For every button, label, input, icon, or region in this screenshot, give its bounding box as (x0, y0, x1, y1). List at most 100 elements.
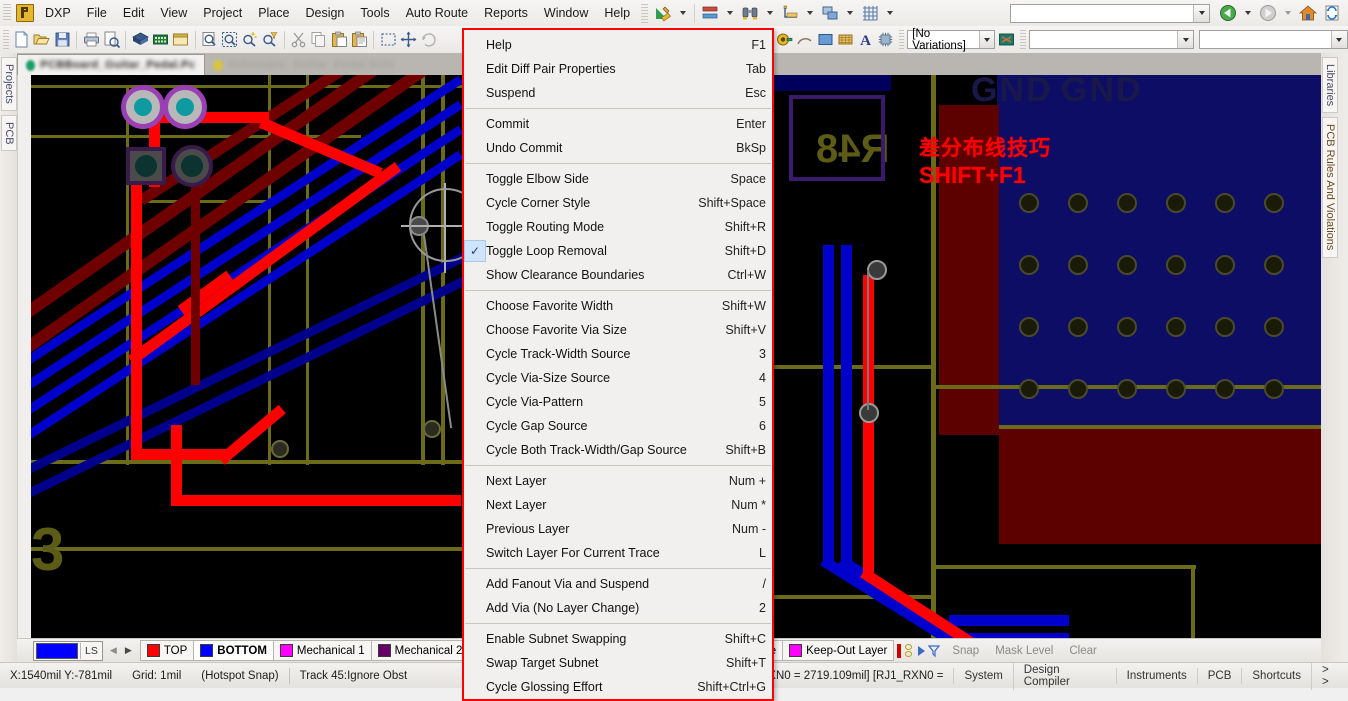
variations-combo[interactable]: [No Variations] (907, 30, 995, 49)
search-input[interactable] (1011, 6, 1193, 20)
panel-overflow-button[interactable]: > > (1311, 662, 1348, 690)
menu-item[interactable]: Next LayerNum + (464, 469, 772, 493)
menu-item[interactable]: Cycle Track-Width Source3 (464, 342, 772, 366)
document-tab-pcb[interactable]: PCBBoard_Guitar_Pedal.PcbDoc (17, 54, 205, 75)
menu-item[interactable]: Cycle Corner StyleShift+Space (464, 191, 772, 215)
menu-item[interactable]: Choose Favorite WidthShift+W (464, 294, 772, 318)
net-combo-arrow-icon[interactable] (1331, 31, 1347, 48)
rule-combo[interactable] (1029, 30, 1194, 49)
save-icon[interactable] (53, 29, 71, 50)
toolbar-grip-3[interactable] (899, 30, 905, 49)
menu-item[interactable]: Cycle Gap Source6 (464, 414, 772, 438)
menu-window[interactable]: Window (536, 3, 596, 23)
board-3d-icon[interactable] (131, 29, 149, 50)
dimension-dropdown-caret-icon[interactable] (807, 11, 813, 15)
menu-place[interactable]: Place (250, 3, 297, 23)
menu-item[interactable]: Add Via (No Layer Change)2 (464, 596, 772, 620)
menu-reports[interactable]: Reports (476, 3, 536, 23)
menu-item[interactable]: ✓Toggle Loop RemovalShift+D (464, 239, 772, 263)
place-fill-icon[interactable] (816, 29, 834, 50)
panel-button-shortcuts[interactable]: Shortcuts (1241, 668, 1311, 684)
panel-button-instruments[interactable]: Instruments (1116, 668, 1197, 684)
interactive-routing-shortcut-menu[interactable]: HelpF1Edit Diff Pair PropertiesTabSuspen… (462, 28, 774, 701)
layer-tab-top[interactable]: TOP (140, 640, 194, 661)
layer-filter-icon[interactable] (928, 645, 940, 657)
snap-button[interactable]: Snap (944, 645, 987, 657)
menu-item[interactable]: Toggle Routing ModeShift+R (464, 215, 772, 239)
search-combo-arrow-icon[interactable] (1193, 5, 1209, 22)
menu-item[interactable]: Show Clearance BoundariesCtrl+W (464, 263, 772, 287)
pcb-document-icon[interactable] (151, 29, 169, 50)
back-dropdown-caret-icon[interactable] (1245, 11, 1251, 15)
menu-design[interactable]: Design (297, 3, 352, 23)
find-binoculars-icon[interactable] (739, 3, 761, 24)
forward-dropdown-caret-icon[interactable] (1285, 11, 1291, 15)
menu-item[interactable]: Undo CommitBkSp (464, 136, 772, 160)
new-document-icon[interactable] (13, 29, 31, 50)
rule-combo-arrow-icon[interactable] (1177, 31, 1193, 48)
variant-board-icon[interactable] (998, 29, 1016, 50)
menu-tools[interactable]: Tools (352, 3, 397, 23)
print-preview-icon[interactable] (102, 29, 120, 50)
open-folder-icon[interactable] (33, 29, 51, 50)
menubar-icons-grip[interactable] (641, 4, 648, 23)
search-combo[interactable] (1010, 4, 1210, 23)
refresh-doc-icon[interactable] (1321, 3, 1343, 24)
align-icon[interactable] (699, 3, 721, 24)
layer-tab-bottom[interactable]: BOTTOM (193, 640, 274, 661)
grid-dropdown-caret-icon[interactable] (887, 11, 893, 15)
layer-tab-mechanical-1[interactable]: Mechanical 1 (273, 640, 372, 661)
menu-dxp[interactable]: DXP (37, 3, 79, 23)
forward-arrow-icon[interactable] (1257, 3, 1279, 24)
menu-item[interactable]: Edit Diff Pair PropertiesTab (464, 57, 772, 81)
layer-next-button[interactable]: ▶ (121, 642, 136, 660)
home-icon[interactable] (1297, 3, 1319, 24)
document-tab-sch[interactable]: Schematic_Guitar_Pedal.SchDoc (205, 55, 401, 75)
menu-file[interactable]: File (79, 3, 115, 23)
layers-dropdown-caret-icon[interactable] (847, 11, 853, 15)
net-combo[interactable] (1199, 30, 1348, 49)
sidebar-item-libraries[interactable]: Libraries (1322, 57, 1338, 113)
sidebar-item-pcb-rules-and-violations[interactable]: PCB Rules And Violations (1322, 117, 1338, 257)
sidebar-item-pcb[interactable]: PCB (1, 115, 17, 152)
layer-play-icon[interactable] (918, 646, 925, 656)
place-string-icon[interactable]: A (856, 29, 874, 50)
ruler-dropdown-caret-icon[interactable] (680, 11, 686, 15)
binoculars-dropdown-caret-icon[interactable] (767, 11, 773, 15)
place-via-icon[interactable] (776, 29, 794, 50)
place-arc-icon[interactable] (796, 29, 814, 50)
move-icon[interactable] (399, 29, 417, 50)
zoom-area-icon[interactable] (221, 29, 239, 50)
menu-item[interactable]: Previous LayerNum - (464, 517, 772, 541)
layer-prev-button[interactable]: ◀ (106, 642, 121, 660)
zoom-filter-icon[interactable] (261, 29, 279, 50)
menu-auto-route[interactable]: Auto Route (398, 3, 477, 23)
layers-stack-icon[interactable] (819, 3, 841, 24)
place-polygon-icon[interactable] (836, 29, 854, 50)
layer-tab-keep-out-layer[interactable]: Keep-Out Layer (782, 640, 894, 661)
single-layer-mode-icon[interactable] (901, 643, 915, 659)
menu-item[interactable]: Cycle Via-Pattern5 (464, 390, 772, 414)
back-arrow-icon[interactable] (1217, 3, 1239, 24)
panel-button-system[interactable]: System (953, 668, 1012, 684)
menu-item[interactable]: Toggle Elbow SideSpace (464, 167, 772, 191)
menu-item[interactable]: Next LayerNum * (464, 493, 772, 517)
menu-item[interactable]: Enable Subnet SwappingShift+C (464, 627, 772, 651)
layer-set-selector[interactable]: LS (33, 641, 103, 661)
align-dropdown-caret-icon[interactable] (727, 11, 733, 15)
toolbar-grip-4[interactable] (1020, 30, 1026, 49)
toolbar-grip-1[interactable] (3, 30, 9, 49)
menu-item[interactable]: Swap Target SubnetShift+T (464, 651, 772, 675)
print-icon[interactable] (82, 29, 100, 50)
menu-item[interactable]: Switch Layer For Current TraceL (464, 541, 772, 565)
menu-view[interactable]: View (152, 3, 195, 23)
zoom-document-icon[interactable] (200, 29, 218, 50)
dimension-icon[interactable] (779, 3, 801, 24)
grid-icon[interactable] (859, 3, 881, 24)
menu-item[interactable]: CommitEnter (464, 112, 772, 136)
menu-edit[interactable]: Edit (115, 3, 153, 23)
paste-icon[interactable] (330, 29, 348, 50)
menu-item[interactable]: HelpF1 (464, 33, 772, 57)
menu-item[interactable]: Add Fanout Via and Suspend/ (464, 572, 772, 596)
variations-combo-arrow-icon[interactable] (979, 31, 994, 48)
